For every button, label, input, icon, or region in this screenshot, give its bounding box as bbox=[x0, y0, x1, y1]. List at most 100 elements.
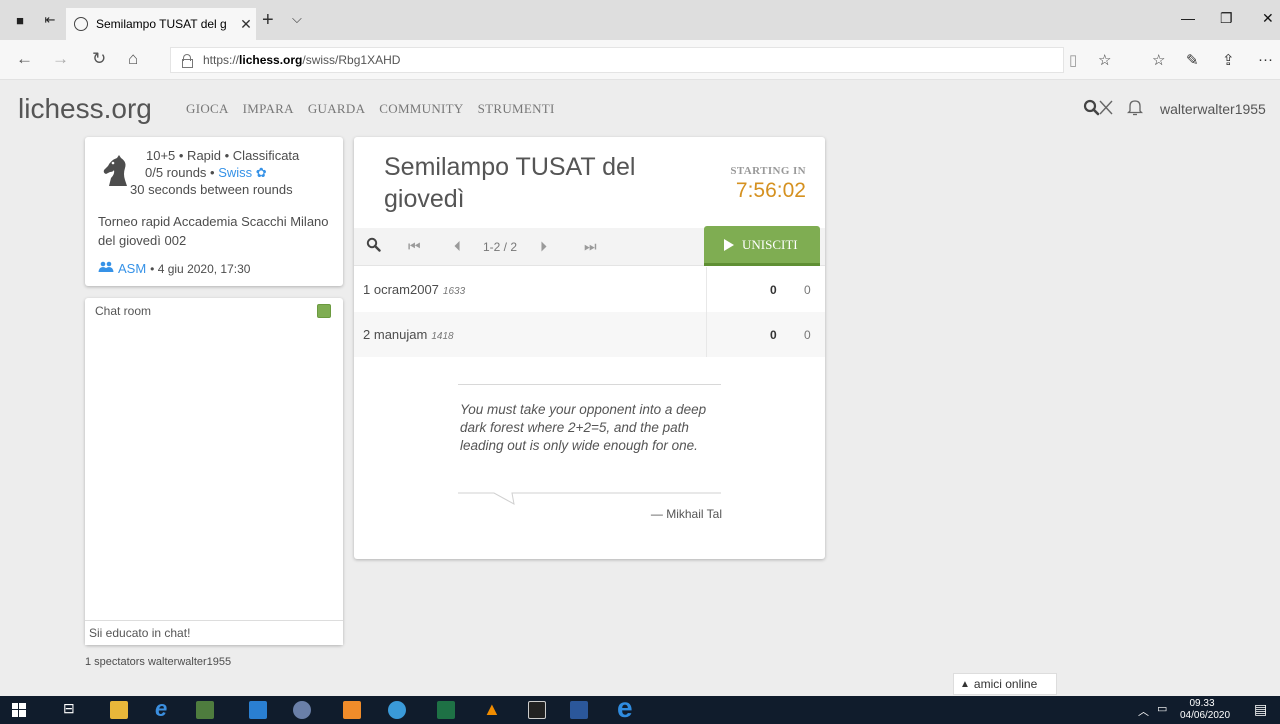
logo-main: lichess bbox=[18, 93, 104, 124]
tab-actions-icon[interactable]: ■ bbox=[12, 12, 28, 28]
url-domain: lichess.org bbox=[239, 53, 303, 67]
task-view-icon[interactable]: ⊟ bbox=[63, 700, 75, 717]
challenges-swords-icon[interactable] bbox=[1097, 99, 1115, 121]
clock[interactable]: 09.33 04/06/2020 bbox=[1180, 698, 1230, 722]
player-points: 0 bbox=[770, 282, 777, 297]
join-button[interactable]: UNISCITI bbox=[704, 226, 820, 266]
reading-view-icon[interactable]: ▯ bbox=[1069, 51, 1077, 69]
rounds-text: 0/5 rounds • bbox=[145, 165, 219, 180]
favorites-list-icon[interactable]: ☆ bbox=[1152, 51, 1165, 69]
forward-icon[interactable]: → bbox=[52, 49, 69, 69]
new-tab-icon[interactable]: + bbox=[262, 9, 274, 32]
app-icon-5[interactable] bbox=[388, 701, 406, 719]
app-icon-4[interactable] bbox=[343, 701, 361, 719]
close-tab-icon[interactable]: ✕ bbox=[236, 16, 256, 33]
refresh-icon[interactable]: ↻ bbox=[92, 49, 106, 69]
chat-room: Chat room Sii educato in chat! bbox=[85, 298, 343, 645]
back-icon[interactable]: ← bbox=[16, 49, 33, 69]
browser-address-bar: ← → ↻ ⌂ https://lichess.org/swiss/Rbg1XA… bbox=[0, 40, 1280, 80]
lichess-logo[interactable]: lichess.org bbox=[18, 93, 152, 125]
previous-page-icon[interactable]: ⏴ bbox=[454, 238, 461, 255]
friends-online-label: amici online bbox=[973, 677, 1038, 691]
countdown-clock: 7:56:02 bbox=[735, 179, 806, 202]
gear-icon[interactable]: ✿ bbox=[256, 164, 267, 181]
notifications-icon[interactable]: ▤ bbox=[1254, 701, 1267, 718]
pen-icon[interactable]: ✎ bbox=[1186, 51, 1199, 69]
chat-toggle-checkbox[interactable] bbox=[317, 304, 331, 318]
chevron-down-icon[interactable]: ⌵ bbox=[292, 11, 302, 27]
tray-chevron-up-icon[interactable]: ︿ bbox=[1138, 703, 1149, 719]
rapid-horse-icon bbox=[103, 155, 127, 186]
player-rank: 1 bbox=[363, 282, 371, 297]
quote-top-rule bbox=[458, 384, 721, 385]
caret-up-icon: ▲ bbox=[960, 678, 970, 690]
vlc-icon[interactable]: ▲ bbox=[483, 699, 501, 720]
player-name: ocram2007 bbox=[373, 282, 439, 297]
time-control-line: 10+5 • Rapid • Classificata bbox=[146, 148, 300, 163]
minimize-icon[interactable]: — bbox=[1181, 10, 1195, 26]
network-icon[interactable]: ▭ bbox=[1157, 702, 1167, 715]
countdown-box: STARTING IN 7:56:02 bbox=[730, 165, 806, 203]
restore-icon[interactable]: ❐ bbox=[1220, 10, 1233, 27]
tournament-title: Semilampo TUSAT del giovedì bbox=[384, 153, 636, 213]
player-tiebreak: 0 bbox=[804, 327, 811, 342]
chat-title: Chat room bbox=[95, 304, 152, 318]
tournament-settings: 10+5 • Rapid • Classificata 0/5 rounds •… bbox=[130, 147, 300, 198]
friends-online-toggle[interactable]: ▲ amici online bbox=[953, 673, 1057, 695]
tournament-date: • 4 giu 2020, 17:30 bbox=[150, 261, 251, 276]
user-menu[interactable]: walterwalter1955 bbox=[1160, 101, 1266, 117]
swiss-link[interactable]: Swiss bbox=[218, 165, 252, 180]
browser-tab-bar: ■ ⇤ Semilampo TUSAT del g ✕ + ⌵ — ❐ ✕ bbox=[0, 0, 1280, 40]
team-icon bbox=[98, 261, 114, 276]
edge-icon[interactable]: e bbox=[617, 692, 633, 724]
player-entry: 2 manujam 1418 bbox=[363, 327, 454, 342]
lichess-favicon-icon bbox=[74, 17, 88, 31]
more-icon[interactable]: ··· bbox=[1258, 51, 1273, 68]
excel-icon[interactable] bbox=[437, 701, 455, 719]
pager-text: 1-2 / 2 bbox=[483, 240, 518, 254]
column-divider bbox=[706, 267, 707, 312]
7zip-icon[interactable] bbox=[528, 701, 546, 719]
nav-community[interactable]: COMMUNITY bbox=[379, 101, 463, 117]
nav-tools[interactable]: STRUMENTI bbox=[478, 101, 555, 117]
player-entry: 1 ocram2007 1633 bbox=[363, 282, 465, 297]
next-page-icon[interactable]: ⏵ bbox=[540, 238, 547, 255]
last-page-icon[interactable]: ⏭ bbox=[584, 238, 597, 255]
app-icon-1[interactable] bbox=[196, 701, 214, 719]
chat-input[interactable]: Sii educato in chat! bbox=[85, 620, 343, 645]
window-close-icon[interactable]: ✕ bbox=[1262, 10, 1274, 27]
nav-watch[interactable]: GUARDA bbox=[308, 101, 365, 117]
word-icon[interactable] bbox=[570, 701, 588, 719]
set-tabs-aside-icon[interactable]: ⇤ bbox=[42, 12, 58, 28]
app-icon-3[interactable] bbox=[293, 701, 311, 719]
player-rating: 1633 bbox=[442, 286, 466, 297]
url-path: /swiss/Rbg1XAHD bbox=[302, 53, 401, 67]
internet-explorer-icon[interactable]: e bbox=[155, 696, 167, 722]
url-field[interactable]: https://lichess.org/swiss/Rbg1XAHD bbox=[170, 47, 1064, 73]
standings-row[interactable]: 2 manujam 1418 0 0 bbox=[354, 312, 825, 357]
column-divider bbox=[706, 312, 707, 357]
home-icon[interactable]: ⌂ bbox=[128, 49, 138, 69]
site-header: lichess.org GIOCA IMPARA GUARDA COMMUNIT… bbox=[0, 80, 1280, 134]
first-page-icon[interactable]: ⏮ bbox=[408, 238, 421, 255]
windows-start-icon[interactable] bbox=[12, 703, 26, 717]
share-icon[interactable]: ⇪ bbox=[1222, 51, 1235, 69]
notifications-bell-icon[interactable] bbox=[1126, 99, 1144, 121]
app-icon-2[interactable] bbox=[249, 701, 267, 719]
tab-lichess[interactable]: Semilampo TUSAT del g ✕ bbox=[66, 8, 256, 40]
spectators-line: 1 spectators walterwalter1955 bbox=[85, 656, 232, 668]
tray-time: 09.33 bbox=[1189, 698, 1215, 709]
play-icon bbox=[724, 238, 734, 251]
search-player-icon[interactable] bbox=[366, 237, 381, 256]
favorite-star-icon[interactable]: ☆ bbox=[1098, 51, 1111, 69]
tournament-panel: Semilampo TUSAT del giovedì STARTING IN … bbox=[354, 137, 825, 559]
top-nav: GIOCA IMPARA GUARDA COMMUNITY STRUMENTI bbox=[186, 101, 555, 117]
standings-row[interactable]: 1 ocram2007 1633 0 0 bbox=[354, 267, 825, 312]
starting-in-label: STARTING IN bbox=[730, 165, 806, 177]
nav-play[interactable]: GIOCA bbox=[186, 101, 229, 117]
lock-icon bbox=[181, 54, 193, 68]
nav-learn[interactable]: IMPARA bbox=[243, 101, 294, 117]
windows-taskbar: ⊟ e ▲ e ︿ ▭ 09.33 04/06/2020 ▤ bbox=[0, 692, 1280, 724]
file-explorer-icon[interactable] bbox=[110, 701, 128, 719]
team-link[interactable]: ASM bbox=[118, 261, 146, 276]
